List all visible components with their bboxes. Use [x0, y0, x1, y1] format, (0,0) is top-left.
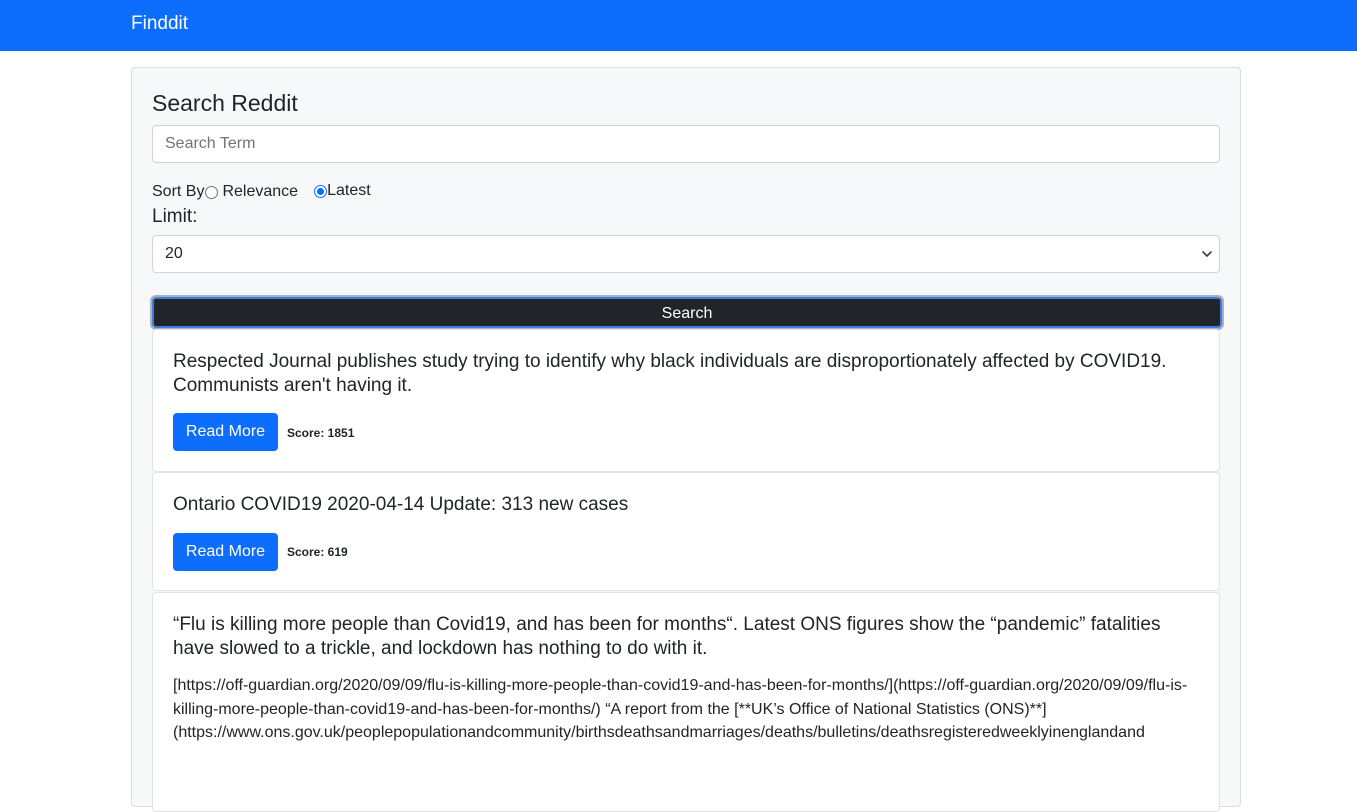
result-card: “Flu is killing more people than Covid19… — [152, 592, 1220, 812]
limit-select-value: 20 — [165, 245, 183, 262]
sort-relevance-radio[interactable] — [205, 185, 219, 199]
search-panel: Search Reddit Sort By Relevance Latest L… — [131, 67, 1241, 812]
result-score: Score: 619 — [287, 545, 348, 559]
read-more-button[interactable]: Read More — [173, 413, 278, 451]
sort-latest-label[interactable]: Latest — [327, 181, 371, 201]
result-title: Respected Journal publishes study trying… — [173, 351, 1167, 396]
sort-by-group: Sort By Relevance Latest — [152, 182, 371, 202]
result-title: “Flu is killing more people than Covid19… — [173, 614, 1161, 659]
result-card: Ontario COVID19 2020-04-14 Update: 313 n… — [152, 472, 1220, 591]
limit-label: Limit: — [152, 206, 198, 227]
search-button[interactable]: Search — [150, 295, 1224, 330]
read-more-button[interactable]: Read More — [173, 533, 278, 571]
brand-link[interactable]: Finddit — [131, 12, 188, 35]
sort-latest-radio[interactable] — [314, 184, 328, 198]
limit-select[interactable]: 20 — [152, 235, 1220, 273]
chevron-down-icon — [1202, 251, 1212, 257]
result-score: Score: 1851 — [287, 426, 355, 440]
page-title: Search Reddit — [152, 90, 298, 116]
result-title: Ontario COVID19 2020-04-14 Update: 313 n… — [173, 494, 629, 515]
sort-by-label: Sort By — [152, 183, 205, 200]
result-card: Respected Journal publishes study trying… — [152, 329, 1220, 472]
search-input[interactable] — [152, 125, 1220, 163]
navbar: Finddit — [0, 0, 1357, 51]
result-text: [https://off-guardian.org/2020/09/09/flu… — [173, 677, 1188, 741]
sort-relevance-label[interactable]: Relevance — [222, 182, 298, 202]
